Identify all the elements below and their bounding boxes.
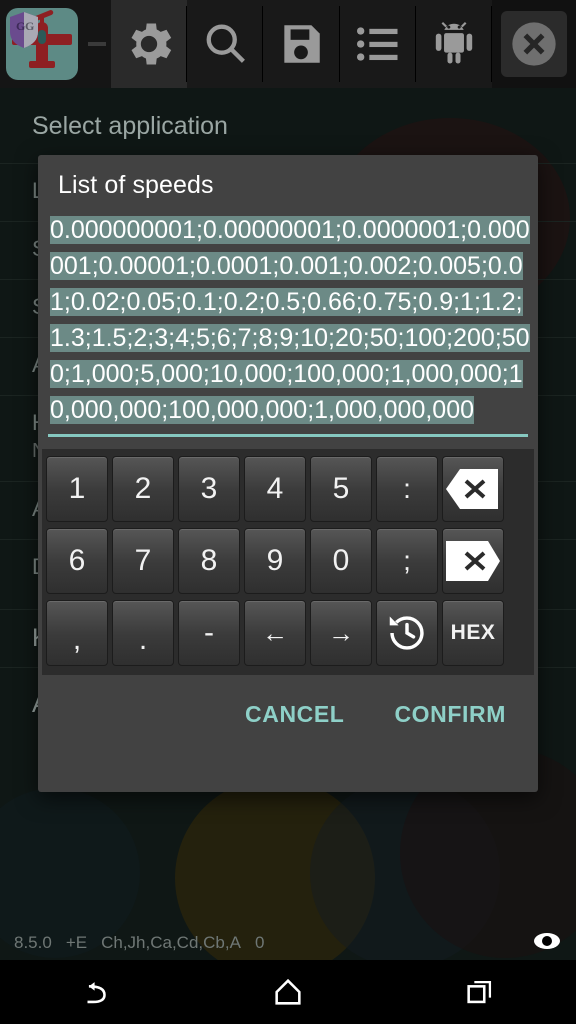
list-of-speeds-dialog: List of speeds 0.000000001;0.00000001;0.… bbox=[38, 155, 538, 792]
keypad-row: ,. - ← → HEX bbox=[44, 597, 532, 669]
key-7[interactable]: 7 bbox=[112, 528, 174, 594]
nav-home-button[interactable] bbox=[240, 960, 336, 1024]
toolbar-android-button[interactable] bbox=[415, 0, 493, 88]
keypad-row: 12345: bbox=[44, 453, 532, 525]
list-icon bbox=[356, 27, 398, 61]
home-icon bbox=[275, 978, 301, 1005]
cancel-button[interactable]: CANCEL bbox=[235, 693, 354, 736]
key-comma[interactable]: , bbox=[46, 600, 108, 666]
gg-shield-icon: G G bbox=[9, 12, 38, 48]
search-icon bbox=[206, 24, 246, 63]
keypad-row: 6 7 8 9 0; bbox=[44, 525, 532, 597]
key-clear[interactable] bbox=[442, 528, 504, 594]
status-bar: 8.5.0 +E Ch,Jh,Ca,Cd,Cb,A 0 bbox=[0, 926, 576, 960]
plane-gg-icon: G G bbox=[5, 8, 78, 80]
status-mode: +E bbox=[65, 933, 88, 952]
input-underline bbox=[48, 434, 528, 437]
status-version: 8.5.0 bbox=[14, 933, 52, 952]
key-arrow-left[interactable]: ← bbox=[244, 600, 306, 666]
key-history[interactable] bbox=[376, 600, 438, 666]
numeric-keypad: 1 2 3 4 5:6 7 8 9 0;,. - ← → HEX bbox=[42, 449, 534, 675]
page-title: Select application bbox=[0, 88, 576, 164]
status-count: 0 bbox=[254, 933, 265, 952]
key-semicolon[interactable]: ; bbox=[376, 528, 438, 594]
key-2[interactable]: 2 bbox=[112, 456, 174, 522]
history-icon bbox=[389, 616, 424, 650]
key-colon[interactable]: : bbox=[376, 456, 438, 522]
back-icon bbox=[87, 982, 106, 1004]
dash-icon bbox=[88, 42, 107, 46]
value-input-wrapper[interactable]: 0.000000001;0.00000001;0.0000001;0.00000… bbox=[44, 212, 532, 437]
svg-text:G: G bbox=[16, 19, 25, 33]
toolbar-close-button[interactable] bbox=[492, 0, 576, 88]
toolbar-save-button[interactable] bbox=[263, 0, 340, 88]
svg-text:G: G bbox=[25, 19, 34, 33]
toolbar-list-button[interactable] bbox=[339, 0, 416, 88]
close-circle-icon bbox=[512, 22, 556, 66]
status-flags: Ch,Jh,Ca,Cd,Cb,A bbox=[101, 933, 241, 952]
dialog-actions: CANCEL CONFIRM bbox=[38, 675, 538, 736]
key-1[interactable]: 1 bbox=[46, 456, 108, 522]
nav-back-button[interactable] bbox=[48, 960, 144, 1024]
android-icon bbox=[435, 22, 473, 64]
clear-icon bbox=[446, 541, 500, 581]
key-4[interactable]: 4 bbox=[244, 456, 306, 522]
toolbar-app-icon[interactable]: G G bbox=[0, 0, 84, 88]
key-arrow-right[interactable]: → bbox=[310, 600, 372, 666]
key-3[interactable]: 3 bbox=[178, 456, 240, 522]
selected-text: 0.000000001;0.00000001;0.0000001;0.00000… bbox=[50, 216, 530, 424]
system-navigation-bar bbox=[0, 960, 576, 1024]
key-0[interactable]: 0 bbox=[310, 528, 372, 594]
top-toolbar: G G bbox=[0, 0, 576, 88]
value-input[interactable]: 0.000000001;0.00000001;0.0000001;0.00000… bbox=[44, 212, 532, 428]
toolbar-search-button[interactable] bbox=[186, 0, 264, 88]
gear-icon bbox=[131, 23, 171, 65]
confirm-button[interactable]: CONFIRM bbox=[384, 693, 516, 736]
recents-icon bbox=[467, 980, 492, 1004]
toolbar-dash bbox=[84, 0, 111, 88]
save-icon bbox=[284, 25, 321, 63]
backspace-icon bbox=[446, 469, 498, 509]
nav-recents-button[interactable] bbox=[432, 960, 528, 1024]
toolbar-settings-button[interactable] bbox=[110, 0, 187, 88]
key-6[interactable]: 6 bbox=[46, 528, 108, 594]
key-hex[interactable]: HEX bbox=[442, 600, 504, 666]
key-dot[interactable]: . bbox=[112, 600, 174, 666]
key-9[interactable]: 9 bbox=[244, 528, 306, 594]
key-backspace[interactable] bbox=[442, 456, 504, 522]
eye-icon[interactable] bbox=[532, 931, 562, 956]
key-minus[interactable]: - bbox=[178, 600, 240, 666]
key-5[interactable]: 5 bbox=[310, 456, 372, 522]
key-8[interactable]: 8 bbox=[178, 528, 240, 594]
dialog-title: List of speeds bbox=[58, 171, 214, 199]
